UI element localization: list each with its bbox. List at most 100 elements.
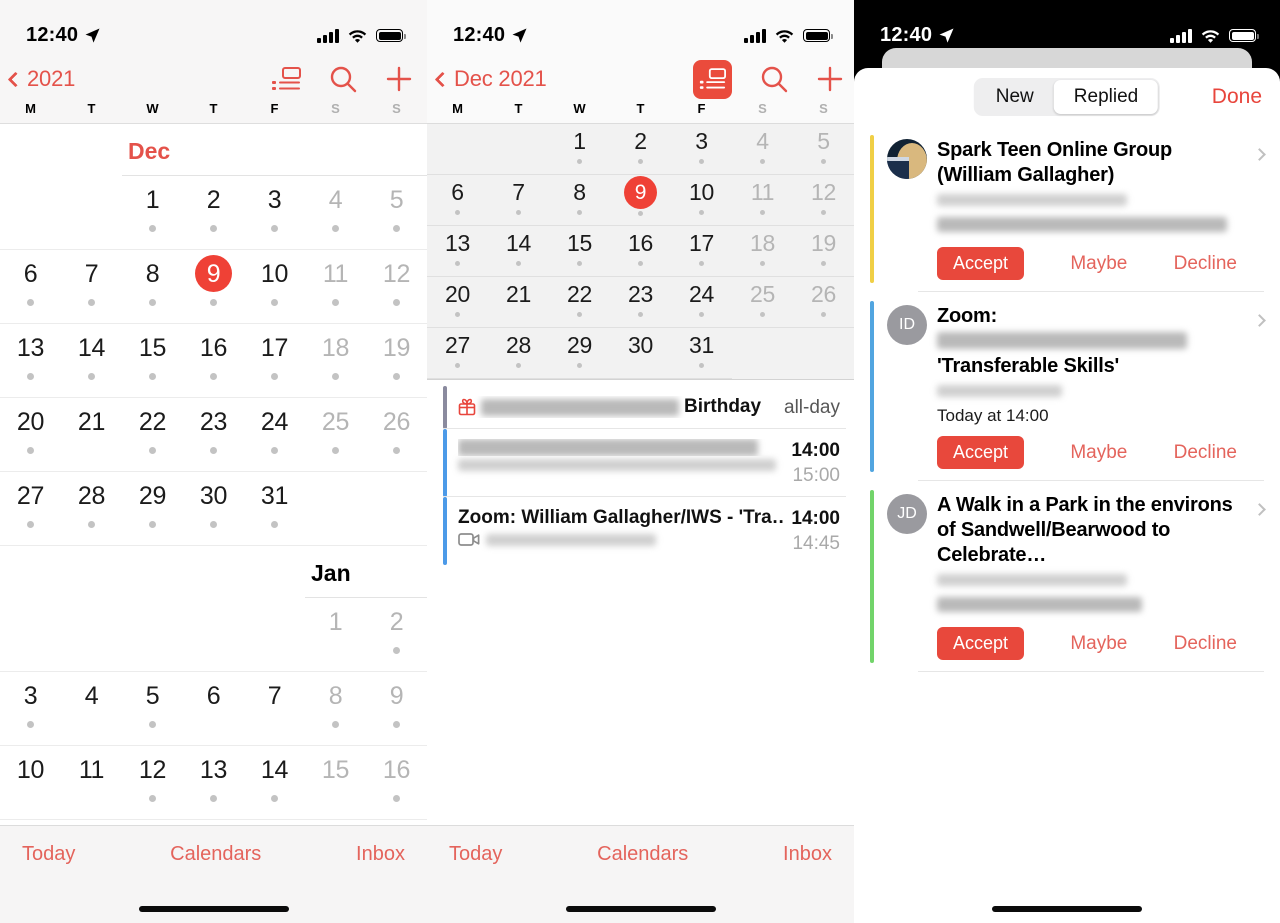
day-cell[interactable]: 22	[549, 277, 610, 328]
maybe-button[interactable]: Maybe	[1070, 633, 1127, 655]
done-button[interactable]: Done	[1212, 85, 1262, 109]
day-cell[interactable]: 24	[244, 398, 305, 472]
accept-button[interactable]: Accept	[937, 436, 1025, 469]
day-cell[interactable]: 8	[305, 672, 366, 746]
day-cell[interactable]: 30	[183, 472, 244, 546]
plus-icon[interactable]	[385, 65, 413, 93]
invitation-item[interactable]: Spark Teen Online Group (William Gallagh…	[854, 126, 1280, 292]
day-cell[interactable]: 16	[366, 746, 427, 820]
day-cell[interactable]: 21	[488, 277, 549, 328]
day-cell[interactable]: 25	[732, 277, 793, 328]
day-cell[interactable]: 16	[183, 324, 244, 398]
day-cell[interactable]: 15	[122, 324, 183, 398]
list-view-icon[interactable]	[693, 59, 732, 99]
year-scroll-area[interactable]: Dec 1 2 3 4 5 6 7 8 9 10 11 12 13 14 15 16 17 18 19 20 21 22 23…	[0, 124, 427, 833]
today-button[interactable]: Today	[449, 843, 502, 866]
day-cell[interactable]: 12	[122, 746, 183, 820]
day-cell[interactable]: 28	[488, 328, 549, 379]
day-cell[interactable]: 3	[671, 124, 732, 175]
home-indicator[interactable]	[138, 906, 289, 912]
month-grid[interactable]: 1 2 3 4 5 6 7 8 9 10 11 12 13 14 15 16 17 18 19 20 21 22 23 24 2…	[427, 123, 854, 380]
day-cell[interactable]: 21	[61, 398, 122, 472]
day-cell[interactable]	[244, 598, 305, 672]
day-cell[interactable]: 31	[671, 328, 732, 379]
day-cell[interactable]: 19	[366, 324, 427, 398]
list-view-icon[interactable]	[271, 66, 301, 92]
day-cell[interactable]: 15	[549, 226, 610, 277]
day-cell[interactable]	[61, 176, 122, 250]
day-cell[interactable]: 1	[122, 176, 183, 250]
day-cell[interactable]: 15	[305, 746, 366, 820]
inbox-button[interactable]: Inbox	[783, 843, 832, 866]
home-indicator[interactable]	[992, 906, 1142, 912]
segment-new[interactable]: New	[976, 80, 1054, 114]
day-cell[interactable]	[183, 598, 244, 672]
day-cell[interactable]	[0, 176, 61, 250]
day-cell[interactable]: 24	[671, 277, 732, 328]
day-cell[interactable]: 10	[244, 250, 305, 324]
invitation-item[interactable]: JD A Walk in a Park in the environs of S…	[854, 481, 1280, 672]
calendars-button[interactable]: Calendars	[597, 843, 688, 866]
day-cell[interactable]: 7	[488, 175, 549, 226]
search-icon[interactable]	[760, 65, 788, 93]
day-cell[interactable]: 20	[0, 398, 61, 472]
day-cell[interactable]: 9	[366, 672, 427, 746]
back-button[interactable]: Dec 2021	[434, 66, 547, 92]
day-cell[interactable]: 13	[0, 324, 61, 398]
day-cell[interactable]: 28	[61, 472, 122, 546]
day-cell[interactable]	[427, 124, 488, 175]
day-cell[interactable]: 10	[0, 746, 61, 820]
day-cell[interactable]: 22	[122, 398, 183, 472]
inbox-filter-segmented-control[interactable]: New Replied	[973, 78, 1161, 116]
maybe-button[interactable]: Maybe	[1070, 442, 1127, 464]
day-cell[interactable]	[793, 328, 854, 379]
day-cell[interactable]: 26	[793, 277, 854, 328]
day-cell[interactable]: 1	[549, 124, 610, 175]
day-cell[interactable]: 13	[183, 746, 244, 820]
inbox-button[interactable]: Inbox	[356, 843, 405, 866]
chevron-right-icon[interactable]	[1253, 314, 1266, 327]
accept-button[interactable]: Accept	[937, 627, 1025, 660]
decline-button[interactable]: Decline	[1174, 442, 1237, 464]
event-row[interactable]: Zoom: William Gallagher/IWS - 'Tra… 14:0…	[427, 497, 854, 565]
day-cell[interactable]: 6	[0, 250, 61, 324]
day-cell[interactable]: 27	[0, 472, 61, 546]
decline-button[interactable]: Decline	[1174, 253, 1237, 275]
day-cell[interactable]: 1	[305, 598, 366, 672]
day-cell[interactable]: 8	[122, 250, 183, 324]
day-cell[interactable]: 12	[793, 175, 854, 226]
search-icon[interactable]	[329, 65, 357, 93]
day-cell[interactable]: 26	[366, 398, 427, 472]
day-cell[interactable]: 10	[671, 175, 732, 226]
invitation-item[interactable]: ID Zoom: 'Transferable Skills' Today at 1…	[854, 292, 1280, 481]
day-cell[interactable]: 6	[183, 672, 244, 746]
day-cell[interactable]	[732, 328, 793, 379]
day-cell[interactable]: 17	[671, 226, 732, 277]
day-cell[interactable]: 30	[610, 328, 671, 379]
home-indicator[interactable]	[565, 906, 716, 912]
inbox-invitation-list[interactable]: Spark Teen Online Group (William Gallagh…	[854, 126, 1280, 672]
today-button[interactable]: Today	[22, 843, 75, 866]
maybe-button[interactable]: Maybe	[1070, 253, 1127, 275]
day-cell[interactable]: 17	[244, 324, 305, 398]
day-cell[interactable]: 13	[427, 226, 488, 277]
day-cell[interactable]: 14	[61, 324, 122, 398]
day-cell[interactable]	[366, 472, 427, 546]
day-cell[interactable]: 29	[122, 472, 183, 546]
day-cell[interactable]: 18	[732, 226, 793, 277]
day-cell[interactable]: 16	[610, 226, 671, 277]
day-cell[interactable]: 29	[549, 328, 610, 379]
day-cell[interactable]: 4	[732, 124, 793, 175]
day-cell[interactable]: 5	[366, 176, 427, 250]
day-cell[interactable]: 11	[732, 175, 793, 226]
day-cell[interactable]: 20	[427, 277, 488, 328]
day-cell[interactable]: 5	[793, 124, 854, 175]
day-cell[interactable]: 2	[366, 598, 427, 672]
accept-button[interactable]: Accept	[937, 247, 1025, 280]
day-cell[interactable]	[61, 598, 122, 672]
day-cell[interactable]: 27	[427, 328, 488, 379]
day-cell[interactable]: 7	[61, 250, 122, 324]
day-cell[interactable]	[488, 124, 549, 175]
day-cell[interactable]: 8	[549, 175, 610, 226]
day-cell[interactable]: 7	[244, 672, 305, 746]
